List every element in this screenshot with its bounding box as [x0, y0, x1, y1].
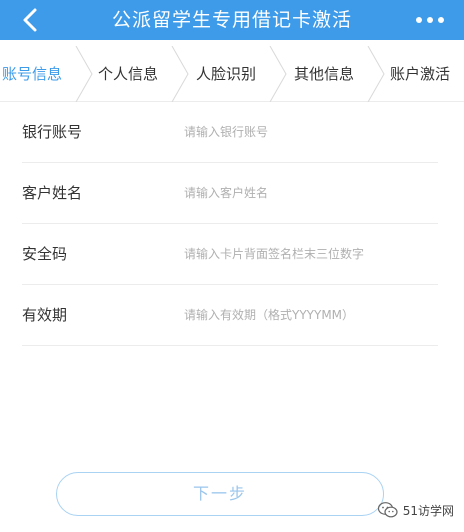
step-progress-bar: 账号信息 个人信息 人脸识别 其他信息 账户激活 [0, 46, 464, 102]
bank-account-label: 银行账号 [22, 123, 83, 141]
step-divider [269, 46, 287, 102]
more-dot [438, 17, 444, 23]
app-header: 公派留学生专用借记卡激活 [0, 0, 464, 40]
more-dot [427, 17, 433, 23]
more-dots-icon [416, 17, 422, 23]
security-code-input[interactable] [184, 240, 434, 268]
customer-name-input[interactable] [184, 179, 434, 207]
security-code-label: 安全码 [22, 245, 68, 263]
next-step-button[interactable]: 下一步 [56, 472, 384, 516]
step-divider [75, 46, 93, 102]
expiry-date-label: 有效期 [22, 306, 68, 324]
form-row-bank-account: 银行账号 [22, 102, 438, 163]
bank-account-input[interactable] [184, 118, 434, 146]
watermark-text: 51访学网 [402, 503, 454, 518]
page-title: 公派留学生专用借记卡激活 [111, 9, 352, 31]
watermark: 51访学网 [377, 500, 454, 520]
customer-name-label: 客户姓名 [22, 184, 83, 202]
step-account-activation[interactable]: 账户激活 [390, 46, 450, 102]
wechat-logo-icon [377, 502, 398, 518]
step-other-info[interactable]: 其他信息 [294, 46, 354, 102]
chevron-left-icon [23, 8, 37, 32]
more-button[interactable] [410, 4, 450, 36]
form-row-customer-name: 客户姓名 [22, 163, 438, 224]
step-account-info[interactable]: 账号信息 [2, 46, 62, 102]
expiry-date-input[interactable] [184, 301, 434, 329]
back-button[interactable] [14, 4, 46, 36]
step-personal-info[interactable]: 个人信息 [98, 46, 158, 102]
form-row-expiry-date: 有效期 [22, 285, 438, 346]
form-row-security-code: 安全码 [22, 224, 438, 285]
step-divider [367, 46, 385, 102]
activation-form: 银行账号 客户姓名 安全码 有效期 [22, 102, 438, 346]
step-face-recognition[interactable]: 人脸识别 [196, 46, 256, 102]
step-divider [171, 46, 189, 102]
